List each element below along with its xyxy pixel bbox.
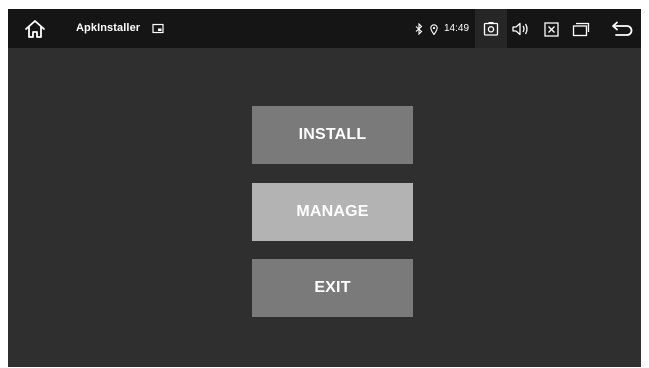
volume-icon[interactable] [510,20,530,38]
install-button[interactable]: INSTALL [252,106,413,164]
status-bar: ApkInstaller 14:49 [8,9,641,48]
screenshot-icon[interactable] [475,9,507,48]
home-icon[interactable] [22,17,48,41]
cast-icon [151,22,165,36]
close-app-icon[interactable] [542,20,560,38]
clock: 14:49 [444,23,470,34]
app-screen: ApkInstaller 14:49 INSTALL MANAGE EXIT [8,9,641,367]
recents-icon[interactable] [571,20,591,38]
manage-button[interactable]: MANAGE [252,183,413,241]
app-title: ApkInstaller [76,22,141,34]
back-icon[interactable] [609,19,635,39]
location-icon [429,22,439,36]
exit-button[interactable]: EXIT [252,259,413,317]
bluetooth-icon [414,22,424,36]
